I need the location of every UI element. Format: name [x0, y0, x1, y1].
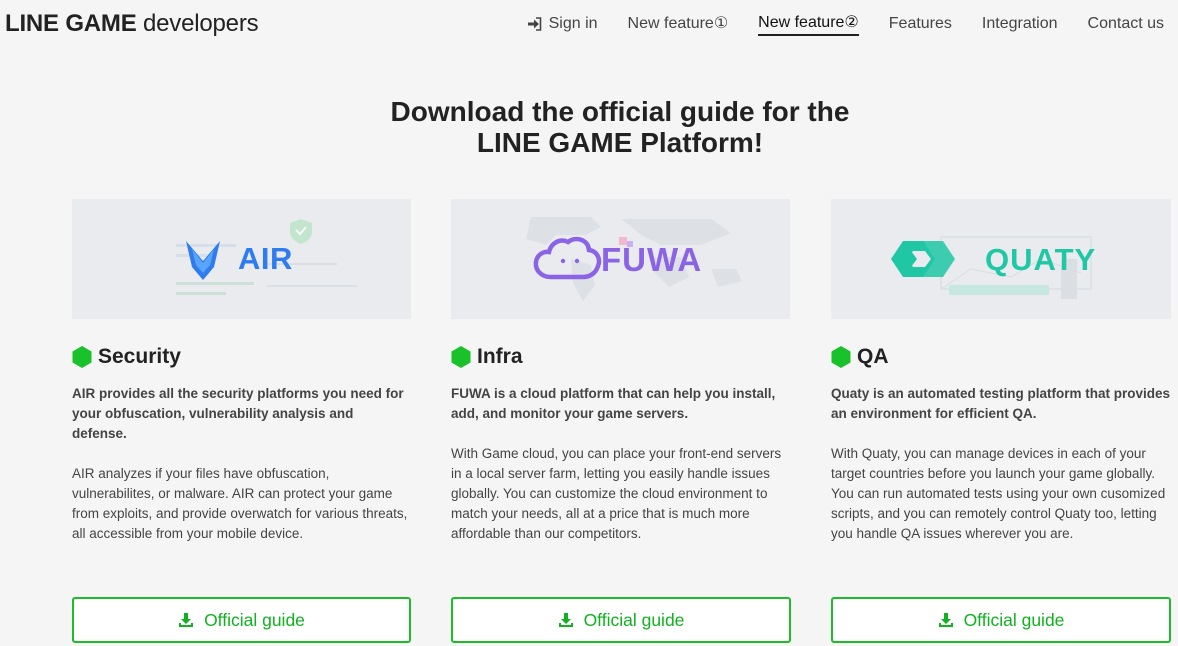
section-title-text: Infra	[477, 345, 523, 368]
green-hexagon-icon	[831, 346, 851, 368]
section-title-text: QA	[857, 345, 889, 368]
green-hexagon-icon	[72, 346, 92, 368]
fuwa-banner: FUWA	[451, 199, 790, 319]
column-infra: FUWA Infra FUWA is a cloud platform that…	[451, 199, 790, 544]
column-qa: QUATY QA Quaty is an automated testing p…	[831, 199, 1171, 544]
main-nav: Sign in New feature① New feature② Featur…	[512, 13, 1164, 36]
nav-new-feature-1[interactable]: New feature①	[613, 13, 744, 35]
quaty-logo-icon	[891, 241, 955, 277]
download-icon	[179, 613, 194, 627]
column-security: AIR Security AIR provides all the securi…	[72, 199, 411, 544]
shield-icon	[290, 219, 312, 244]
nav-contact-us-label: Contact us	[1087, 15, 1164, 32]
fuwa-logo-text: FUWA	[601, 241, 703, 278]
section-body: AIR analyzes if your files have obfuscat…	[72, 466, 408, 541]
air-banner: AIR	[72, 199, 411, 319]
nav-new-feature-2-label: New feature②	[758, 13, 859, 36]
section-title: Security	[72, 345, 411, 369]
section-body: With Quaty, you can manage devices in ea…	[831, 446, 1166, 541]
air-logo-text: AIR	[238, 241, 293, 276]
section-lead: Quaty is an automated testing platform t…	[831, 386, 1171, 421]
quaty-banner: QUATY	[831, 199, 1171, 319]
page-title-line1: Download the official guide for the	[390, 96, 850, 127]
sign-in-icon	[527, 17, 542, 31]
nav-sign-in[interactable]: Sign in	[512, 13, 613, 35]
section-title: QA	[831, 345, 1171, 369]
brand-rest: developers	[136, 10, 259, 37]
quaty-logo-text: QUATY	[985, 242, 1097, 277]
top-header: LINE GAME developers Sign in New feature…	[0, 0, 1178, 48]
nav-integration[interactable]: Integration	[967, 13, 1073, 35]
nav-sign-in-label: Sign in	[548, 15, 598, 32]
page-title-line2: LINE GAME Platform!	[476, 127, 764, 158]
official-guide-button-quaty[interactable]: Official guide	[831, 597, 1171, 643]
download-icon	[558, 613, 573, 627]
section-lead: FUWA is a cloud platform that can help y…	[451, 386, 776, 421]
official-guide-label: Official guide	[963, 609, 1065, 630]
official-guide-button-air[interactable]: Official guide	[72, 597, 411, 643]
section-title: Infra	[451, 345, 790, 369]
nav-contact-us[interactable]: Contact us	[1073, 13, 1164, 35]
section-lead: AIR provides all the security platforms …	[72, 386, 404, 441]
section-body: With Game cloud, you can place your fron…	[451, 446, 782, 541]
nav-integration-label: Integration	[981, 15, 1058, 32]
green-hexagon-icon	[451, 346, 471, 368]
nav-new-feature-1-label: New feature①	[627, 15, 729, 32]
download-icon	[938, 613, 953, 627]
page-title: Download the official guide for the LINE…	[0, 96, 1178, 158]
nav-features-label: Features	[888, 15, 952, 32]
nav-features[interactable]: Features	[874, 13, 967, 35]
section-title-text: Security	[98, 345, 181, 368]
official-guide-button-fuwa[interactable]: Official guide	[451, 597, 791, 643]
nav-new-feature-2[interactable]: New feature②	[743, 13, 874, 36]
official-guide-label: Official guide	[583, 609, 685, 630]
official-guide-label: Official guide	[204, 609, 305, 630]
brand-logo[interactable]: LINE GAME developers	[5, 10, 259, 38]
brand-bold: LINE GAME	[5, 10, 137, 37]
